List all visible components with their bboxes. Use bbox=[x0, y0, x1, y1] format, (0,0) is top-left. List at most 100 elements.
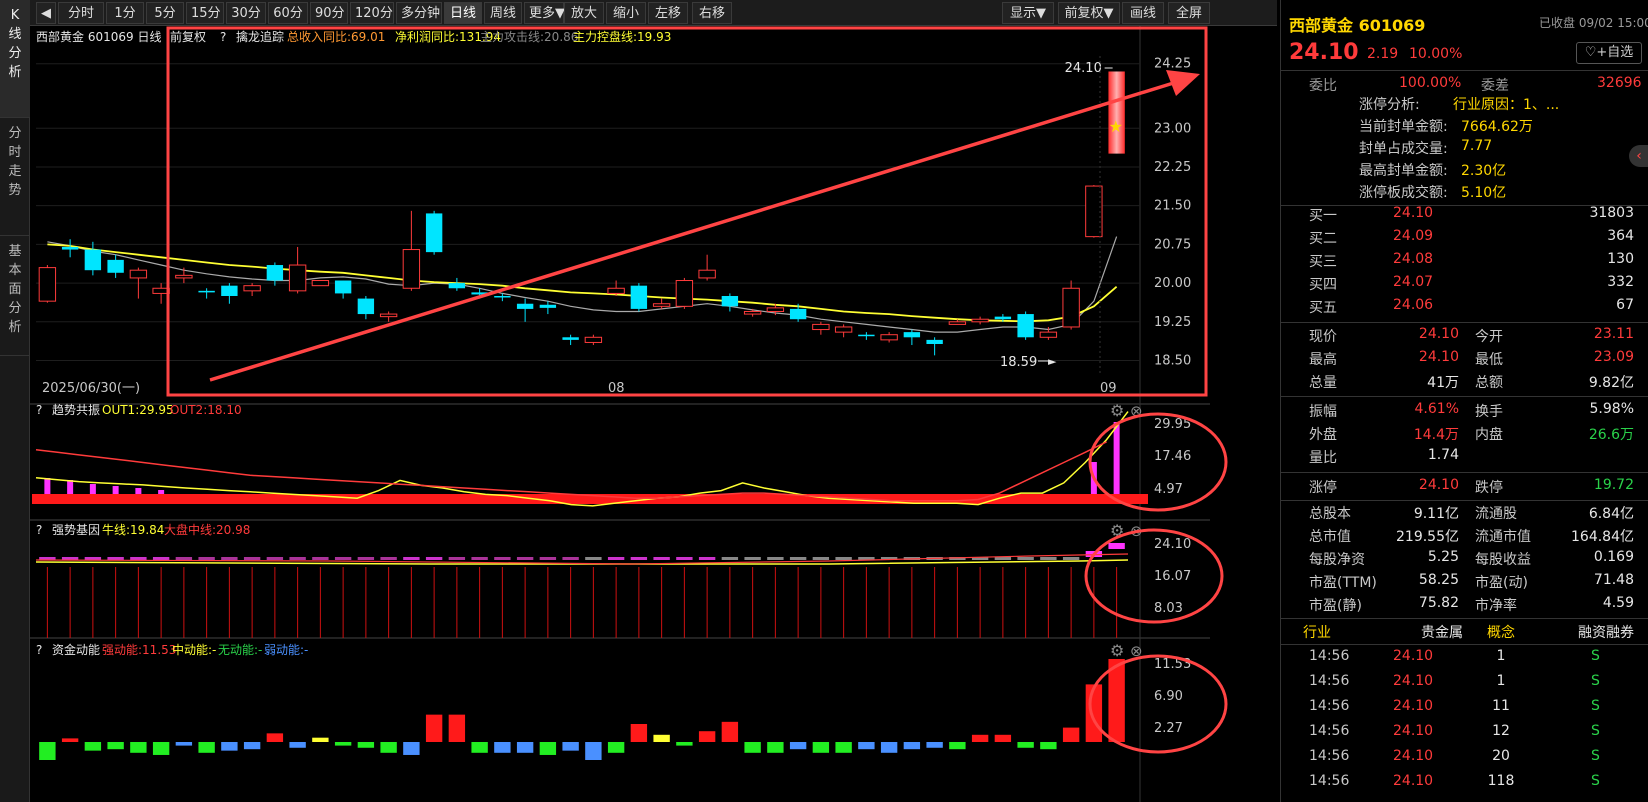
tick-side: S bbox=[1591, 648, 1600, 664]
period-button-3[interactable]: 15分 bbox=[186, 2, 224, 24]
toolbar-right-button-0[interactable]: 显示▼ bbox=[1002, 2, 1054, 24]
add-favorite-button[interactable]: ♡+自选 bbox=[1576, 42, 1642, 64]
period-button-6[interactable]: 90分 bbox=[310, 2, 348, 24]
sub3-bar bbox=[562, 742, 579, 751]
candle[interactable] bbox=[425, 210, 443, 255]
tick-volume: 12 bbox=[1492, 723, 1510, 739]
candle[interactable] bbox=[38, 265, 57, 303]
action-button-2[interactable]: 左移 bbox=[648, 2, 688, 24]
stat-value: 14.4万 bbox=[1413, 427, 1459, 443]
sub2-cap bbox=[585, 557, 602, 560]
sub2-cap bbox=[744, 557, 761, 560]
candle[interactable] bbox=[1108, 71, 1125, 154]
tick-time: 14:56 bbox=[1309, 773, 1350, 789]
left-tab-char: 析 bbox=[8, 320, 22, 335]
collapse-panel-button[interactable]: ‹ bbox=[1629, 145, 1648, 167]
period-button-8[interactable]: 多分钟 bbox=[396, 2, 442, 24]
action-button-3[interactable]: 右移 bbox=[692, 2, 732, 24]
indicator-name: 擒龙追踪 bbox=[236, 29, 284, 44]
sub3-strong: 强动能:11.53 bbox=[102, 643, 176, 657]
sub2-cap bbox=[403, 557, 420, 560]
stat-label: 量比 bbox=[1309, 450, 1337, 466]
period-button-0[interactable]: 分时 bbox=[58, 2, 104, 24]
sub2-cap bbox=[221, 557, 238, 560]
bid-label: 买四 bbox=[1309, 277, 1337, 293]
weibi-value: 100.00% bbox=[1399, 75, 1462, 91]
gear-icon[interactable]: ⚙ bbox=[1110, 401, 1124, 420]
sub3-bar bbox=[812, 742, 830, 753]
stat-value: 6.84亿 bbox=[1588, 506, 1634, 522]
sub1-out1: OUT1:29.95 bbox=[102, 403, 174, 417]
left-tab-char: 面 bbox=[8, 282, 22, 297]
stock-name: 西部黄金 601069 bbox=[1289, 16, 1426, 35]
candle[interactable] bbox=[1062, 280, 1080, 330]
toolbar-right-button-2[interactable]: 画线 bbox=[1122, 2, 1164, 24]
high-marker: 24.10 bbox=[1065, 61, 1102, 76]
weicha-label: 委差 bbox=[1481, 78, 1509, 94]
sub3-bar bbox=[198, 742, 215, 753]
sub3-bar bbox=[744, 742, 761, 753]
sub2-cap bbox=[425, 557, 443, 560]
chart-toolbar: ◀ 分时 1分 5分 15分 30分 60分 90分 120分 多分钟 日线 周线 更多▼ 放大 缩小 左移右… bbox=[30, 0, 1277, 26]
sub2-cap bbox=[130, 557, 147, 560]
action-button-1[interactable]: 缩小 bbox=[606, 2, 646, 24]
left-tab-char: 本 bbox=[8, 263, 22, 278]
stat-label: 总量 bbox=[1309, 375, 1337, 391]
sub3-bar bbox=[539, 742, 557, 755]
limit-info-label: 封单占成交量: bbox=[1359, 141, 1448, 157]
period-button-9[interactable]: 日线 bbox=[444, 2, 482, 24]
gear-icon[interactable]: ⚙ bbox=[1110, 641, 1124, 660]
star-icon: ★ bbox=[1109, 117, 1123, 136]
left-tab-2[interactable]: 分时走势 bbox=[0, 118, 30, 236]
period-button-5[interactable]: 60分 bbox=[268, 2, 308, 24]
period-button-4[interactable]: 30分 bbox=[226, 2, 266, 24]
price-tick: 21.50 bbox=[1154, 199, 1191, 214]
sub1-tick: 4.97 bbox=[1154, 482, 1183, 497]
sub3-bar bbox=[630, 724, 648, 742]
tick-price: 24.10 bbox=[1393, 723, 1434, 739]
period-button-7[interactable]: 120分 bbox=[350, 2, 394, 24]
sub3-bar bbox=[676, 742, 693, 746]
sub2-tick: 24.10 bbox=[1154, 537, 1191, 552]
left-tab-3[interactable]: 基本面分析 bbox=[0, 236, 30, 356]
candle[interactable] bbox=[675, 277, 694, 309]
action-button-0[interactable]: 放大 bbox=[564, 2, 604, 24]
period-button-2[interactable]: 5分 bbox=[146, 2, 184, 24]
tick-price: 24.10 bbox=[1393, 648, 1434, 664]
toolbar-right-button-3[interactable]: 全屏 bbox=[1168, 2, 1210, 24]
industry-link[interactable]: 行业 bbox=[1303, 622, 1331, 642]
period-button-1[interactable]: 1分 bbox=[106, 2, 144, 24]
price-tick: 22.25 bbox=[1154, 160, 1191, 175]
sub3-bar bbox=[767, 742, 784, 753]
toolbar-right-button-1[interactable]: 前复权▼ bbox=[1058, 2, 1120, 24]
concept-link[interactable]: 概念 bbox=[1487, 622, 1515, 642]
margin-trading-label: 融资融券 bbox=[1578, 625, 1634, 641]
tick-time: 14:56 bbox=[1309, 748, 1350, 764]
sub3-bar bbox=[84, 742, 102, 751]
weicha-value: 32696 bbox=[1597, 75, 1642, 91]
sub2-cap bbox=[175, 557, 193, 560]
left-tab-char: 势 bbox=[8, 183, 22, 198]
candle[interactable] bbox=[630, 283, 648, 312]
left-tab-1[interactable]: K线分析 bbox=[0, 0, 30, 118]
sub2-cap bbox=[198, 557, 215, 560]
period-button-11[interactable]: 更多▼ bbox=[524, 2, 565, 24]
separator bbox=[1281, 500, 1648, 501]
back-icon[interactable]: ◀ bbox=[36, 2, 56, 24]
candle[interactable] bbox=[311, 280, 330, 287]
sub1-tick: 17.46 bbox=[1154, 449, 1191, 464]
left-tab-char: 基 bbox=[8, 244, 22, 259]
period-button-10[interactable]: 周线 bbox=[484, 2, 522, 24]
sub2-bull: 牛线:19.84 bbox=[102, 522, 164, 537]
sub3-bar bbox=[880, 742, 898, 753]
sub3-bar bbox=[357, 742, 375, 748]
sub3-bar bbox=[585, 742, 602, 760]
sub3-bar bbox=[971, 734, 989, 742]
tick-side: S bbox=[1591, 773, 1600, 789]
candle[interactable] bbox=[1017, 311, 1034, 340]
sub3-bar bbox=[994, 734, 1012, 742]
separator bbox=[1281, 644, 1648, 645]
bid-price: 24.06 bbox=[1393, 297, 1434, 313]
chart-svg[interactable]: 24.25 23.00 22.25 21.50 20.75 20.00 19.25 18.50… bbox=[30, 26, 1277, 802]
sub2-cap bbox=[607, 557, 625, 560]
